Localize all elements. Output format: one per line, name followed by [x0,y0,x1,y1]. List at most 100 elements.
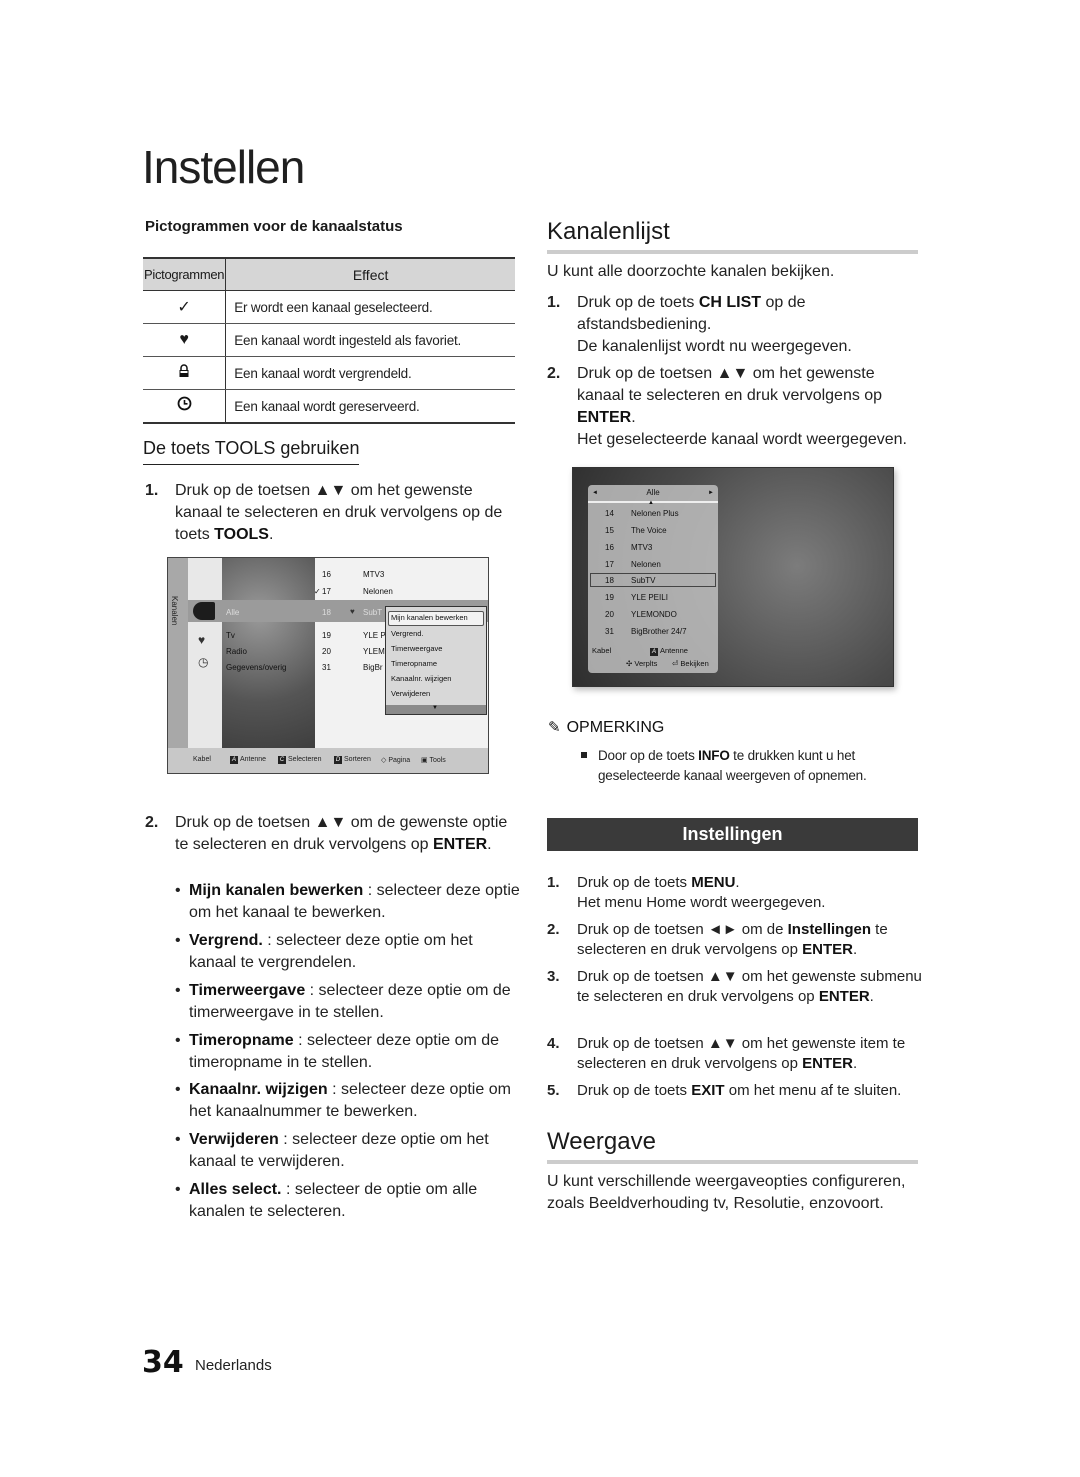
popup-item-timer-record[interactable]: Timeropname [391,659,437,668]
option-bullet: • Alles select. : selecteer de optie om a… [175,1181,478,1220]
channel-num: 20 [322,647,331,656]
channel-name[interactable]: SubT [363,608,382,617]
kanalenlijst-intro: U kunt alle doorzochte kanalen bekijken. [547,263,835,280]
c-key-icon: C [278,756,286,764]
move-arrows-icon: ✣ [626,659,633,668]
channel-name[interactable]: Nelonen [363,587,393,596]
channel-name[interactable]: BigBr [363,663,383,672]
category-all[interactable]: Alle [226,608,239,617]
popup-item-lock[interactable]: Vergrend. [391,629,424,638]
weergave-heading: Weergave [547,1128,656,1155]
a-key-icon: A [230,756,238,764]
channel-num: 16 [322,570,331,579]
category-radio[interactable]: Radio [226,647,247,656]
tools-popup-menu: Mijn kanalen bewerken Vergrend. Timerwee… [385,606,487,715]
instellingen-step-3: 3. Druk op de toetsen ▲▼ om het gewenste… [547,968,922,1005]
channel-num: 17 [322,587,331,596]
scroll-down-icon[interactable]: ▼ [432,705,438,711]
channel-item-selected[interactable]: SubTV [631,576,655,585]
tools-step-2: 2. Druk op de toetsen ▲▼ om de gewenste … [145,814,508,853]
tv-screenshot-channel-list: ◄ Alle ► ▲ 14 Nelonen Plus 15 The Voice 16… [572,467,894,687]
heart-icon: ♥ [198,633,206,647]
clock-icon [177,396,192,415]
tools-icon: ▣ [421,757,428,764]
tv-screenshot-tools-menu: Kanalen ♥ ◷ Alle Tv Radio Gegevens/overi… [167,557,489,774]
effect-text: Een kanaal wordt gereserveerd. [225,389,515,424]
popup-item-timer-view[interactable]: Timerweergave [391,644,442,653]
checkmark-icon: ✓ [177,299,191,316]
channel-num: 19 [322,631,331,640]
instellingen-step-1: 1. Druk op de toets MENU. Het menu Home w… [547,874,826,911]
tools-heading: De toets TOOLS gebruiken [143,438,360,465]
check-mark: ✓ [314,587,321,596]
popup-item-delete[interactable]: Verwijderen [391,689,430,698]
channel-item[interactable]: YLEMONDO [631,610,677,619]
popup-item-edit-channels[interactable]: Mijn kanalen bewerken [391,613,468,622]
weergave-text: U kunt verschillende weergaveopties conf… [547,1173,906,1212]
satellite-dish-icon [193,602,215,620]
table-row: ♥ Een kanaal wordt ingesteld als favorie… [143,323,515,357]
channel-item[interactable]: YLE PEILI [631,593,668,602]
effect-text: Een kanaal wordt ingesteld als favoriet. [225,323,515,357]
lock-icon [178,363,190,382]
channel-name[interactable]: YLEM [363,647,385,656]
option-bullet: • Timerweergave : selecteer deze optie om… [175,982,511,1021]
option-bullet: • Vergrend. : selecteer deze optie om het… [175,932,473,971]
icons-heading: Pictogrammen voor de kanaalstatus [145,218,403,235]
effect-text: Een kanaal wordt vergrendeld. [225,356,515,390]
kanalenlijst-heading: Kanalenlijst [547,218,670,245]
page-number: 34 [142,1345,184,1380]
channel-list-panel: ◄ Alle ► ▲ 14 Nelonen Plus 15 The Voice 16… [588,485,718,673]
column-header-effect: Effect [225,257,515,291]
d-key-icon: D [334,756,342,764]
instellingen-step-5: 5. Druk op de toets EXIT om het menu af … [547,1082,902,1099]
scroll-up-icon[interactable]: ▲ [648,500,654,506]
channel-item[interactable]: Nelonen Plus [631,509,679,518]
option-bullet: • Kanaalnr. wijzigen : selecteer deze opt… [175,1081,511,1120]
icon-status-table: Pictogrammen Effect ✓ Er wordt een kanaa… [143,257,515,424]
note-text: Door op de toets INFO te drukken kunt u … [598,748,867,783]
list-header: Alle [646,488,660,497]
heart-icon: ♥ [179,331,189,348]
section-divider [547,1160,918,1164]
enter-icon: ⏎ [672,659,679,668]
option-bullet: • Verwijderen : selecteer deze optie om h… [175,1131,489,1170]
channel-item[interactable]: BigBrother 24/7 [631,627,687,636]
side-tab-label: Kanalen [170,596,179,626]
table-row: Een kanaal wordt gereserveerd. [143,389,515,424]
category-tv[interactable]: Tv [226,631,235,640]
arrow-left-icon[interactable]: ◄ [592,485,598,501]
channel-name[interactable]: MTV3 [363,570,384,579]
page-arrows-icon: ◇ [381,757,387,764]
instellingen-bar: Instellingen [547,818,918,851]
effect-text: Er wordt een kanaal geselecteerd. [225,290,515,324]
table-row: Een kanaal wordt vergrendeld. [143,356,515,390]
channel-num: 18 [322,608,331,617]
channel-name[interactable]: YLE P [363,631,386,640]
table-row: ✓ Er wordt een kanaal geselecteerd. [143,290,515,324]
channel-item[interactable]: The Voice [631,526,667,535]
option-bullet: • Mijn kanalen bewerken : selecteer deze … [175,882,520,921]
category-data[interactable]: Gegevens/overig [226,663,286,672]
channel-item[interactable]: Nelonen [631,560,661,569]
section-divider [547,250,918,254]
note-heading: ✎ OPMERKING [548,719,665,736]
heart-icon: ♥ [350,607,355,616]
clock-icon: ◷ [198,655,209,669]
table-header-row: Pictogrammen Effect [143,257,515,291]
kanalenlijst-step-2: 2. Druk op de toetsen ▲▼ om het gewenste… [547,365,907,448]
popup-item-change-number[interactable]: Kanaalnr. wijzigen [391,674,451,683]
tools-step-1: 1. Druk op de toetsen ▲▼ om het gewenste… [145,482,503,543]
instellingen-step-2: 2. Druk op de toetsen ◄► om de Instellin… [547,921,888,958]
pencil-icon: ✎ [548,719,561,736]
option-bullet: • Timeropname : selecteer deze optie om d… [175,1032,500,1071]
channel-item[interactable]: MTV3 [631,543,652,552]
a-key-icon: A [650,648,658,656]
arrow-right-icon[interactable]: ► [708,485,714,501]
column-header-icons: Pictogrammen [143,257,227,291]
kanalenlijst-step-1: 1. Druk op de toets CH LIST op de afstan… [547,294,852,355]
page-language: Nederlands [195,1357,272,1374]
channel-num: 31 [322,663,331,672]
tv-footer: Kabel A Antenne C Selecteren D Sorteren ◇ P… [168,748,488,773]
instellingen-step-4: 4. Druk op de toetsen ▲▼ om het gewenste… [547,1035,906,1072]
